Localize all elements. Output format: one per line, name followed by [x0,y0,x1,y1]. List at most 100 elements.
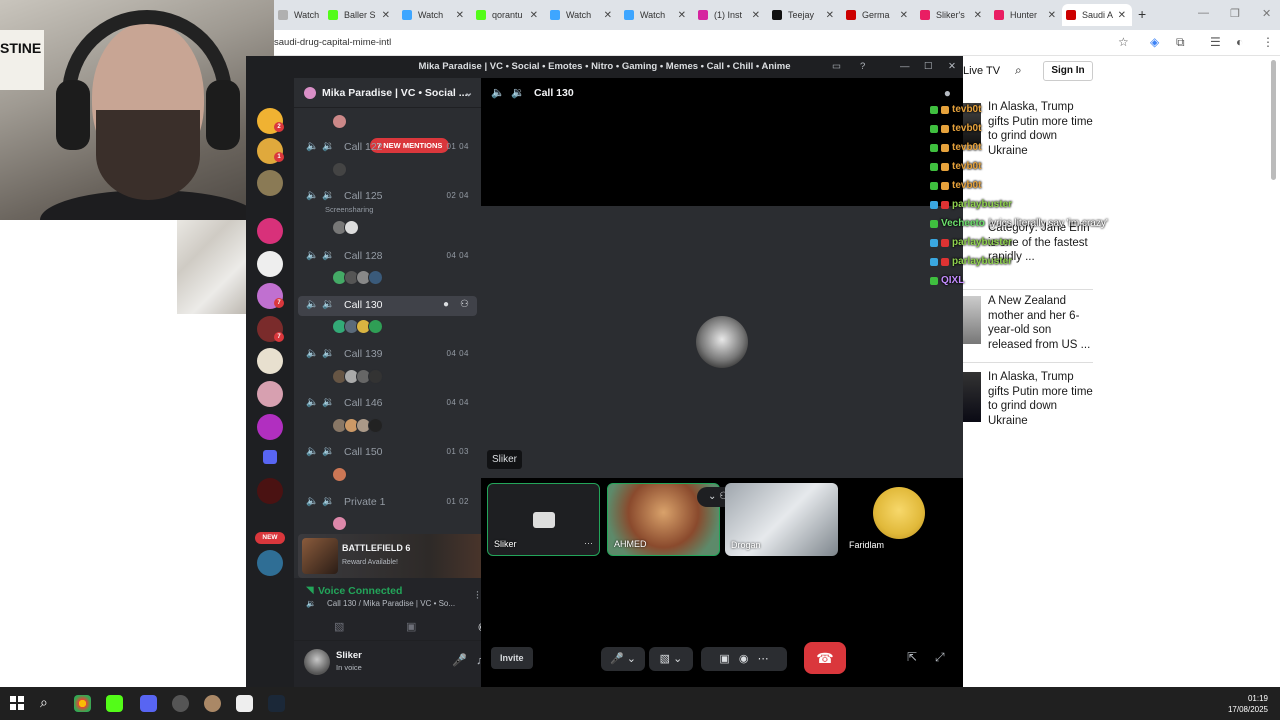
popout-icon[interactable]: ⇱ [907,650,917,664]
headline-link[interactable]: In Alaska, Trump gifts Putin more time t… [988,370,1093,428]
member-avatar[interactable] [368,270,383,285]
voice-channel-path[interactable]: Call 130 / Mika Paradise | VC • So... [327,599,477,608]
fullscreen-icon[interactable]: ⤢ [935,650,945,665]
close-tab-icon[interactable]: ✕ [382,10,396,21]
voice-channel-private-1[interactable]: 🔈 🔉 Private 1 01 02 [298,493,477,513]
system-clock[interactable]: 01:19 17/08/2025 [1228,693,1268,715]
voice-channel-call-150[interactable]: 🔈 🔉 Call 150 01 03 [298,443,477,463]
member-avatar[interactable] [332,467,347,482]
search-icon[interactable]: ⌕ [40,694,48,711]
browser-tab-active[interactable]: Saudi A ✕ [1062,4,1132,26]
server-icon[interactable] [257,218,283,244]
member-avatar[interactable] [368,418,383,433]
close-tab-icon[interactable]: ✕ [604,10,618,21]
server-icon[interactable] [257,348,283,374]
close-tab-icon[interactable]: ✕ [456,10,470,21]
live-tv-link[interactable]: Live TV [963,65,1000,77]
close-tab-icon[interactable]: ✕ [974,10,988,21]
voice-channel-call-125[interactable]: 🔈 🔉 Call 125 02 04 Screensharing [298,187,477,214]
server-header[interactable]: Mika Paradise | VC • Social ... ⌄ [294,78,481,108]
server-icon[interactable] [257,550,283,576]
member-avatar[interactable] [368,369,383,384]
chat-bubble-icon[interactable]: ● [944,86,951,100]
microphone-icon[interactable]: 🎤 [452,653,467,667]
browser-tab[interactable]: Watch ✕ [546,4,618,26]
headline-link[interactable]: In Alaska, Trump gifts Putin more time t… [988,100,1093,158]
minimize-icon[interactable]: — [900,56,910,78]
extension-icon[interactable]: ◈ [1150,35,1159,49]
browser-tab[interactable]: (1) Inst ✕ [694,4,766,26]
member-avatar[interactable] [368,319,383,334]
extensions-puzzle-icon[interactable]: ⧉ [1176,35,1185,50]
member-avatar[interactable] [332,516,347,531]
noise-suppression-icon[interactable]: ⫶ [476,590,479,603]
share-activity-group[interactable]: ▣ ◉ ⋯ [701,647,787,671]
chat-bubble-icon[interactable]: ● [443,299,449,310]
browser-tab[interactable]: Hunter ✕ [990,4,1062,26]
app-icon[interactable] [236,695,253,712]
maximize-icon[interactable]: ☐ [924,56,933,78]
signal-icon[interactable]: ◥ [306,585,314,596]
help-icon[interactable]: ? [860,56,865,78]
member-avatar[interactable] [344,220,359,235]
reading-list-icon[interactable]: ☰ [1210,35,1221,49]
kick-app-icon[interactable] [106,695,123,712]
new-tab-button[interactable]: + [1138,6,1146,22]
participant-tile[interactable]: Faridlam [843,483,956,556]
obs-app-icon[interactable] [172,695,189,712]
minimize-icon[interactable]: — [1198,7,1209,19]
browser-tab[interactable]: Teejay ✕ [768,4,840,26]
bookmark-star-icon[interactable]: ☆ [1118,35,1129,49]
url-field[interactable]: saudi-drug-capital-mime-intl [274,37,391,48]
username[interactable]: Sliker [336,650,362,661]
screen-share-icon[interactable]: ▣ [406,620,416,633]
hang-up-button[interactable]: ☎ [804,642,846,674]
browser-tab[interactable]: Sliker's ✕ [916,4,988,26]
steam-app-icon[interactable] [268,695,285,712]
server-icon[interactable] [257,478,283,504]
page-scrollbar[interactable] [1271,60,1276,180]
server-icon[interactable] [257,381,283,407]
inbox-icon[interactable]: ▭ [832,56,841,78]
close-tab-icon[interactable]: ✕ [1048,10,1062,21]
participant-tile[interactable]: Drogan [725,483,838,556]
voice-channel-call-146[interactable]: 🔈 🔉 Call 146 04 04 [298,394,477,414]
camera-off-icon[interactable]: ▧ [334,620,344,633]
browser-tab[interactable]: Watch ✕ [620,4,692,26]
server-icon[interactable] [257,251,283,277]
voice-channel-call-130[interactable]: 🔈 🔉 Call 130 ● ⚇ [298,296,477,316]
close-tab-icon[interactable]: ✕ [752,10,766,21]
browser-tab[interactable]: Baller S ✕ [324,4,396,26]
voice-channel-call-139[interactable]: 🔈 🔉 Call 139 04 04 [298,345,477,365]
server-icon[interactable] [257,170,283,196]
server-icon[interactable] [257,414,283,440]
chrome-app-icon[interactable] [74,695,91,712]
voice-channel-call-122[interactable]: 🔈 🔉 Call 122 01 04 [298,138,477,158]
browser-tab[interactable]: Germa ✕ [842,4,914,26]
close-window-icon[interactable]: ✕ [1262,7,1271,20]
member-avatar[interactable] [332,162,347,177]
windows-start-icon[interactable] [10,696,24,710]
invite-button[interactable]: Invite [491,647,533,669]
folder-icon[interactable] [263,450,277,464]
voice-channel-call-128[interactable]: 🔈 🔉 Call 128 04 04 [298,247,477,267]
headline-thumbnail[interactable] [963,296,981,344]
sign-in-button[interactable]: Sign In [1043,61,1093,81]
headline-thumbnail[interactable] [963,372,981,422]
close-tab-icon[interactable]: ✕ [530,10,544,21]
avatar[interactable] [304,649,330,675]
close-icon[interactable]: ✕ [948,56,956,78]
maximize-icon[interactable]: ❐ [1230,7,1240,20]
profile-avatar-icon[interactable]: ◐ [1236,35,1243,49]
participant-tile[interactable]: Sliker ⋯ [487,483,600,556]
focused-user-avatar[interactable] [696,316,748,368]
search-icon[interactable]: ⌕ [1015,63,1022,78]
add-user-icon[interactable]: ⚇ [460,299,469,310]
browser-tab[interactable]: qorantu ✕ [472,4,544,26]
article-thumbnail[interactable] [177,220,246,314]
browser-tab[interactable]: Watch ✕ [398,4,470,26]
microphone-toggle[interactable]: 🎤 ⌄ [601,647,645,671]
close-tab-icon[interactable]: ✕ [1118,10,1132,21]
member-avatar[interactable] [332,114,347,129]
more-options-icon[interactable]: ⋯ [584,538,593,549]
